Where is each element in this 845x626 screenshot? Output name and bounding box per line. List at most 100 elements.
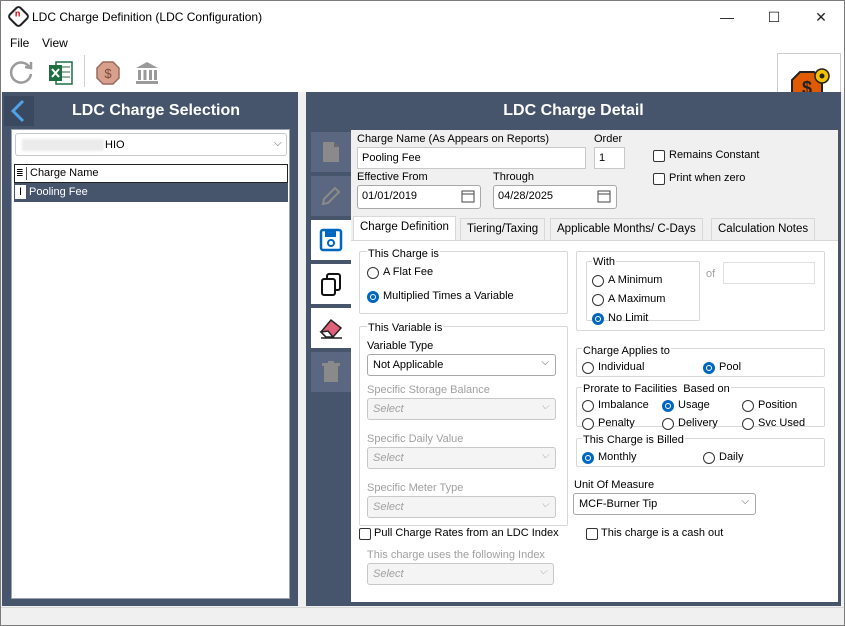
right-panel-title: LDC Charge Detail xyxy=(503,102,644,119)
dollar-octagon-icon[interactable]: $ xyxy=(95,60,121,86)
back-arrow-icon[interactable] xyxy=(4,96,34,126)
svc-used-radio[interactable] xyxy=(742,418,754,430)
delivery-label: Delivery xyxy=(678,417,718,429)
chevron-down-icon: ⌵ xyxy=(541,401,549,412)
charge-name-input[interactable]: Pooling Fee xyxy=(357,147,586,169)
effective-from-datepicker[interactable]: 01/01/2019 xyxy=(357,185,481,209)
monthly-radio[interactable] xyxy=(582,452,594,464)
status-bar xyxy=(1,607,844,625)
variable-type-value: Not Applicable xyxy=(373,359,444,371)
ldc-select-value: HIO xyxy=(105,139,125,151)
meter-type-select[interactable]: Select ⌵ xyxy=(367,496,556,518)
flat-fee-radio[interactable] xyxy=(367,267,379,279)
prorate-label: Prorate to Facilities Based on xyxy=(582,383,731,395)
table-header: ≣ Charge Name xyxy=(14,164,288,183)
pool-radio[interactable] xyxy=(703,362,715,374)
print-when-zero-checkbox[interactable] xyxy=(653,173,665,185)
order-input[interactable]: 1 xyxy=(594,147,625,169)
minimum-radio[interactable] xyxy=(592,275,604,287)
edit-pencil-icon[interactable] xyxy=(311,176,351,216)
toolbar-separator xyxy=(84,55,85,87)
meter-type-placeholder: Select xyxy=(373,501,404,513)
calendar-icon[interactable] xyxy=(597,189,611,203)
cash-out-checkbox[interactable] xyxy=(586,528,598,540)
charge-applies-to-label: Charge Applies to xyxy=(582,345,671,357)
left-panel-header: LDC Charge Selection xyxy=(2,92,298,130)
row-edit-cursor-icon: I xyxy=(15,185,26,199)
cash-out-label: This charge is a cash out xyxy=(601,527,724,539)
minimum-label: A Minimum xyxy=(608,274,663,286)
through-label: Through xyxy=(493,171,534,183)
new-document-icon[interactable] xyxy=(311,132,351,172)
menu-bar: File View xyxy=(1,33,844,52)
ldc-charge-selection-panel: LDC Charge Selection HIO ⌵ ≣ Charge Name… xyxy=(2,92,298,606)
close-button[interactable]: ✕ xyxy=(798,1,844,33)
menu-file[interactable]: File xyxy=(10,36,29,50)
daily-radio[interactable] xyxy=(703,452,715,464)
menu-view[interactable]: View xyxy=(42,36,68,50)
multiplied-variable-radio[interactable] xyxy=(367,291,379,303)
minimize-button[interactable]: — xyxy=(704,1,750,33)
of-label: of xyxy=(706,268,716,280)
pull-rates-checkbox[interactable] xyxy=(359,528,371,540)
window-title: LDC Charge Definition (LDC Configuration… xyxy=(32,10,263,24)
ldc-select[interactable]: HIO ⌵ xyxy=(15,133,287,156)
calendar-icon[interactable] xyxy=(461,189,475,203)
tab-tiering-taxing[interactable]: Tiering/Taxing xyxy=(460,218,546,240)
index-placeholder: Select xyxy=(373,568,404,580)
variable-type-label: Variable Type xyxy=(367,340,434,352)
refresh-icon[interactable] xyxy=(8,59,35,86)
tab-applicable-months[interactable]: Applicable Months/ C-Days xyxy=(550,218,703,240)
save-disk-icon[interactable] xyxy=(311,220,351,260)
usage-radio[interactable] xyxy=(662,400,674,412)
through-datepicker[interactable]: 04/28/2025 xyxy=(493,185,617,209)
table-row[interactable]: I Pooling Fee xyxy=(14,183,288,202)
through-value: 04/28/2025 xyxy=(498,190,554,202)
tab-strip: Charge Definition Tiering/Taxing Applica… xyxy=(351,216,838,242)
maximum-radio[interactable] xyxy=(592,294,604,306)
column-header-charge-name[interactable]: Charge Name xyxy=(30,167,98,179)
effective-from-label: Effective From xyxy=(357,171,428,183)
daily-value-select[interactable]: Select ⌵ xyxy=(367,447,556,469)
pool-label: Pool xyxy=(719,361,742,373)
app-logo-icon: n xyxy=(6,4,31,29)
maximize-button[interactable]: ☐ xyxy=(751,1,797,33)
title-bar[interactable]: n LDC Charge Definition (LDC Configurati… xyxy=(1,1,844,33)
variable-type-select[interactable]: Not Applicable ⌵ xyxy=(367,354,556,376)
index-label: This charge uses the following Index xyxy=(367,549,545,561)
tab-calculation-notes[interactable]: Calculation Notes xyxy=(711,218,816,240)
delivery-radio[interactable] xyxy=(662,418,674,430)
penalty-radio[interactable] xyxy=(582,418,594,430)
billed-label: This Charge is Billed xyxy=(582,434,685,446)
chevron-down-icon: ⌵ xyxy=(541,450,549,461)
pull-rates-label: Pull Charge Rates from an LDC Index xyxy=(374,527,559,539)
position-radio[interactable] xyxy=(742,400,754,412)
tab-content-charge-definition: This Charge is A Flat Fee Multiplied Tim… xyxy=(351,240,838,602)
chevron-down-icon: ⌵ xyxy=(274,138,282,149)
no-limit-radio[interactable] xyxy=(592,313,604,325)
copy-icon[interactable] xyxy=(311,264,351,304)
chevron-down-icon: ⌵ xyxy=(541,357,549,368)
print-when-zero-label: Print when zero xyxy=(669,172,746,184)
delete-trash-icon[interactable] xyxy=(311,352,351,392)
daily-value-placeholder: Select xyxy=(373,452,404,464)
storage-balance-select[interactable]: Select ⌵ xyxy=(367,398,556,420)
imbalance-radio[interactable] xyxy=(582,400,594,412)
usage-label: Usage xyxy=(678,399,710,411)
bank-icon[interactable] xyxy=(134,60,160,86)
unit-of-measure-select[interactable]: MCF-Burner Tip ⌵ xyxy=(573,493,756,515)
eraser-icon[interactable] xyxy=(311,308,351,348)
individual-radio[interactable] xyxy=(582,362,594,374)
limit-amount-input[interactable] xyxy=(723,262,815,284)
meter-type-label: Specific Meter Type xyxy=(367,482,464,494)
chevron-down-icon: ⌵ xyxy=(741,496,749,507)
index-select[interactable]: Select ⌵ xyxy=(367,563,554,585)
excel-icon[interactable] xyxy=(48,60,74,86)
tab-charge-definition[interactable]: Charge Definition xyxy=(353,216,456,240)
this-charge-is-group xyxy=(359,251,568,314)
penalty-label: Penalty xyxy=(598,417,635,429)
multiplied-variable-label: Multiplied Times a Variable xyxy=(383,290,514,302)
column-menu-icon[interactable]: ≣ xyxy=(16,167,27,180)
order-label: Order xyxy=(594,133,623,145)
remains-constant-checkbox[interactable] xyxy=(653,150,665,162)
